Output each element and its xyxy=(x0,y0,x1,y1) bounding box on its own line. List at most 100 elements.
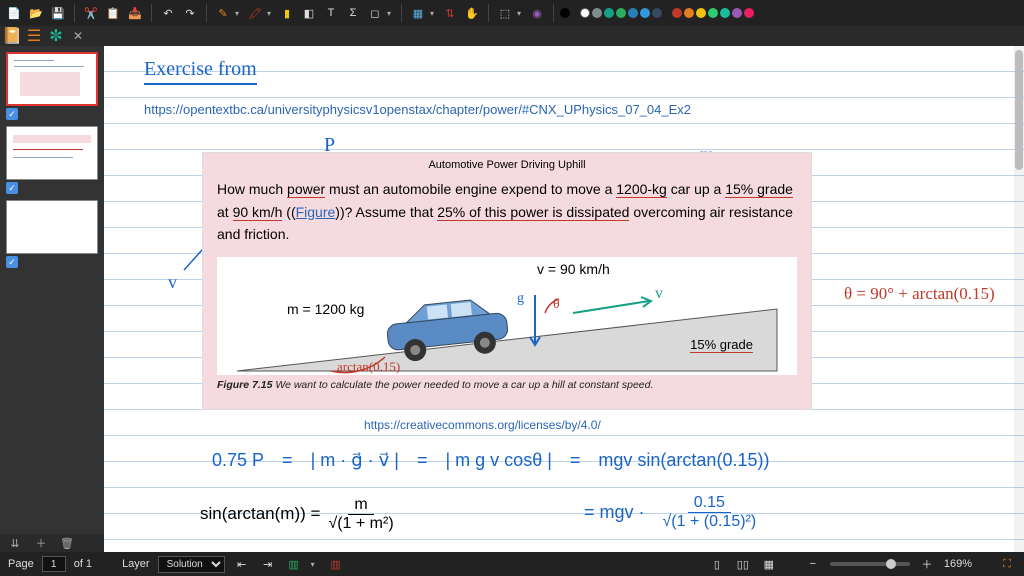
color-navy[interactable] xyxy=(652,8,662,18)
color-lime[interactable] xyxy=(708,8,718,18)
main-area: ✓ ✓ ✓ Exercise from https://opentextbc.c… xyxy=(0,46,1024,552)
secondary-toolbar: 📔 ☰ ✼ ✕ xyxy=(0,26,1024,46)
color-purple[interactable] xyxy=(732,8,742,18)
color-white[interactable] xyxy=(580,8,590,18)
color-lightblue[interactable] xyxy=(640,8,650,18)
page-of-label: of 1 xyxy=(74,558,92,570)
color-orange[interactable] xyxy=(684,8,694,18)
layer-add-icon[interactable]: ▥ xyxy=(285,555,303,573)
layer-delete-icon[interactable]: ▥ xyxy=(327,555,345,573)
layer-prev-icon[interactable]: ⇤ xyxy=(233,555,251,573)
copy-icon[interactable]: 📋 xyxy=(103,3,123,23)
page-number-input[interactable] xyxy=(42,556,66,572)
problem-text: How much power must an automobile engine… xyxy=(203,175,811,251)
image-icon[interactable]: ▦ xyxy=(408,3,428,23)
view-dual-icon[interactable]: ▯▯ xyxy=(734,555,752,573)
highlighter-icon[interactable]: ▮ xyxy=(277,3,297,23)
zoom-in-icon[interactable]: ＋ xyxy=(918,555,936,573)
annotation-theta-eq: θ = 90° + arctan(0.15) xyxy=(844,284,995,304)
problem-heading: Automotive Power Driving Uphill xyxy=(203,153,811,175)
page-label: Page xyxy=(8,558,34,570)
sidebar-footer: ⇊ ＋ 🗑 xyxy=(0,534,104,552)
close-tab-icon[interactable]: ✕ xyxy=(70,28,86,44)
diagram-grade-label: 15% grade xyxy=(690,337,753,353)
zoom-slider[interactable] xyxy=(830,562,910,566)
layer-label: Layer xyxy=(122,558,150,570)
fullscreen-icon[interactable]: ⛶ xyxy=(998,555,1016,573)
equation-line-1: 0.75 P = | m · g⃗ · v⃗ | = | m g v cosθ … xyxy=(212,450,769,471)
pen-icon[interactable]: ✎ xyxy=(213,3,233,23)
zoom-out-icon[interactable]: − xyxy=(804,555,822,573)
journal-icon[interactable]: 📔 xyxy=(4,28,20,44)
diagram-g-label: g xyxy=(517,291,524,307)
marker-icon[interactable]: 🖍 xyxy=(245,3,265,23)
vertical-scrollbar[interactable] xyxy=(1014,46,1024,552)
color-teal[interactable] xyxy=(604,8,614,18)
diagram-arctan-label: arctan(0.15) xyxy=(337,359,400,375)
save-icon[interactable]: 💾 xyxy=(48,3,68,23)
main-toolbar: 📄 📂 💾 ✂️ 📋 📥 ↶ ↷ ✎▾ 🖍▾ ▮ ◧ T Σ ◻▾ ▦▾ ⇅ ✋… xyxy=(0,0,1024,26)
color-red[interactable] xyxy=(672,8,682,18)
color-black[interactable] xyxy=(560,8,570,18)
ruler-icon[interactable]: ⇅ xyxy=(440,3,460,23)
license-url: https://creativecommons.org/licenses/by/… xyxy=(364,418,601,432)
smudge-icon[interactable]: ◉ xyxy=(527,3,547,23)
diagram-theta-label: θ xyxy=(553,297,560,313)
sidebar-add-icon[interactable]: ＋ xyxy=(32,534,50,552)
trig-identity: sin(arctan(m)) = m √(1 + m²) xyxy=(200,496,394,532)
thumbnail-2-checkbox[interactable]: ✓ xyxy=(6,182,18,194)
redo-icon[interactable]: ↷ xyxy=(180,3,200,23)
hand-icon[interactable]: ✋ xyxy=(462,3,482,23)
pen-dropdown-icon[interactable]: ▾ xyxy=(235,9,243,18)
layer-select[interactable]: Solution xyxy=(158,556,225,573)
figure-caption: Figure 7.15 We want to calculate the pow… xyxy=(203,375,811,395)
source-url: https://opentextbc.ca/universityphysicsv… xyxy=(144,102,691,117)
color-yellow[interactable] xyxy=(696,8,706,18)
new-doc-icon[interactable]: 📄 xyxy=(4,3,24,23)
problem-box: Automotive Power Driving Uphill How much… xyxy=(202,152,812,410)
select-dropdown-icon[interactable]: ▾ xyxy=(517,9,525,18)
layers-icon[interactable]: ☰ xyxy=(26,28,42,44)
color-green[interactable] xyxy=(616,8,626,18)
undo-icon[interactable]: ↶ xyxy=(158,3,178,23)
view-single-icon[interactable]: ▯ xyxy=(708,555,726,573)
color-blue[interactable] xyxy=(628,8,638,18)
math-icon[interactable]: Σ xyxy=(343,3,363,23)
paste-icon[interactable]: 📥 xyxy=(125,3,145,23)
image-dropdown-icon[interactable]: ▾ xyxy=(430,9,438,18)
text-icon[interactable]: T xyxy=(321,3,341,23)
zoom-value: 169% xyxy=(944,558,972,570)
diagram-v-arrow-label: v xyxy=(655,285,663,303)
eraser-icon[interactable]: ◧ xyxy=(299,3,319,23)
sidebar-delete-icon[interactable]: 🗑 xyxy=(58,534,76,552)
color-pink[interactable] xyxy=(744,8,754,18)
thumbnail-page-3[interactable] xyxy=(6,200,98,254)
sidebar-collapse-icon[interactable]: ⇊ xyxy=(6,534,24,552)
layer-add-dropdown-icon[interactable]: ▾ xyxy=(311,560,319,569)
thumbnail-page-1[interactable] xyxy=(6,52,98,106)
thumbnail-page-2[interactable] xyxy=(6,126,98,180)
cut-icon[interactable]: ✂️ xyxy=(81,3,101,23)
layer-next-icon[interactable]: ⇥ xyxy=(259,555,277,573)
index-icon[interactable]: ✼ xyxy=(48,28,64,44)
open-icon[interactable]: 📂 xyxy=(26,3,46,23)
color-cyan[interactable] xyxy=(720,8,730,18)
problem-diagram: m = 1200 kg v = 90 km/h g v θ 15% grade … xyxy=(217,257,797,375)
diagram-velocity-label: v = 90 km/h xyxy=(537,261,610,277)
view-grid-icon[interactable]: ▦ xyxy=(760,555,778,573)
thumbnail-3-checkbox[interactable]: ✓ xyxy=(6,256,18,268)
annotation-v: v xyxy=(168,272,177,293)
marker-dropdown-icon[interactable]: ▾ xyxy=(267,9,275,18)
page-sidebar: ✓ ✓ ✓ xyxy=(0,46,104,552)
diagram-mass-label: m = 1200 kg xyxy=(287,301,364,317)
identity-lhs: sin(arctan(m)) = xyxy=(200,504,320,524)
color-gray[interactable] xyxy=(592,8,602,18)
shape-dropdown-icon[interactable]: ▾ xyxy=(387,9,395,18)
thumbnail-1-checkbox[interactable]: ✓ xyxy=(6,108,18,120)
page-canvas[interactable]: Exercise from https://opentextbc.ca/univ… xyxy=(104,46,1024,552)
select-icon[interactable]: ⬚ xyxy=(495,3,515,23)
status-bar: Page of 1 Layer Solution ⇤ ⇥ ▥ ▾ ▥ ▯ ▯▯ ▦… xyxy=(0,552,1024,576)
equation-line-2: = mgv · 0.15 √(1 + (0.15)²) xyxy=(584,494,756,530)
page-title: Exercise from xyxy=(144,58,257,85)
shape-icon[interactable]: ◻ xyxy=(365,3,385,23)
